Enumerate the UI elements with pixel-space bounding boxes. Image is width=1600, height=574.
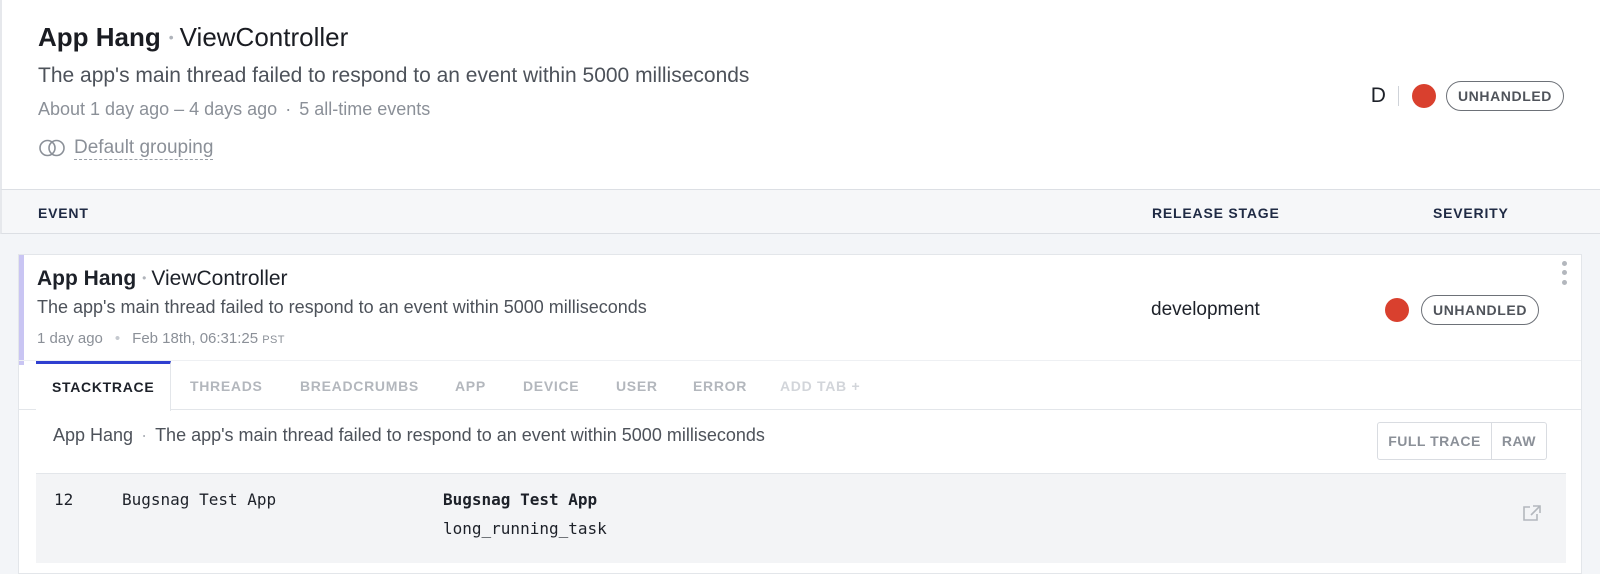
more-options-icon[interactable] [1557,259,1571,287]
raw-button[interactable]: RAW [1490,423,1546,459]
external-link-icon[interactable] [1522,504,1542,522]
event-severity-indicator [1385,298,1409,322]
time-range: About 1 day ago – 4 days ago [38,99,278,119]
event-card: App Hang • ViewController The app's main t… [18,254,1582,574]
event-timezone: PST [262,334,285,346]
title-separator: • [168,29,174,45]
grouping-link[interactable]: Default grouping [38,134,214,162]
tab-device[interactable]: DEVICE [523,361,579,411]
event-timestamp: Feb 18th, 06:31:25 [132,330,259,347]
event-release-stage: development [1151,299,1260,320]
tab-user[interactable]: USER [616,361,658,411]
error-context: ViewController [179,22,349,52]
error-meta: About 1 day ago – 4 days ago · 5 all-time … [38,99,430,120]
tab-threads[interactable]: THREADS [190,361,263,411]
event-meta: 1 day ago • Feb 18th, 06:31:25 PST [37,330,285,347]
meta-separator: · [285,99,292,119]
events-count: 5 all-time events [299,99,431,119]
stacktrace-message: The app's main thread failed to respond … [155,425,765,445]
events-table-header: EVENT RELEASE STAGE SEVERITY [0,190,1600,234]
frame-number: 12 [54,490,74,509]
error-header: App Hang • ViewController The app's main t… [0,0,1600,190]
page-title: App Hang • ViewController [38,22,348,53]
event-tabs: STACKTRACE THREADS BREADCRUMBS APP DEVIC… [19,360,1581,411]
severity-error-indicator [1411,84,1436,108]
tab-error[interactable]: ERROR [693,361,747,411]
event-unhandled-badge: UNHANDLED [1421,295,1540,325]
event-title: App Hang • ViewController [37,267,288,291]
stacktrace-heading: App Hang · The app's main thread failed to… [53,425,765,446]
frame-function-library: Bugsnag Test App [443,490,598,509]
grouping-label[interactable]: Default grouping [74,137,214,160]
frame-library: Bugsnag Test App [122,490,277,509]
event-meta-separator: • [114,330,121,347]
event-title-separator: • [142,271,147,285]
column-severity: SEVERITY [1433,205,1509,221]
assignee-avatar[interactable]: D [1371,84,1386,108]
stacktrace-error-class: App Hang [53,425,134,445]
event-message: The app's main thread failed to respond … [37,297,647,317]
add-tab-button[interactable]: ADD TAB + [780,361,860,411]
full-trace-button[interactable]: FULL TRACE [1378,423,1491,459]
error-class: App Hang [38,22,161,52]
grouping-rings-icon [39,139,65,157]
event-accent-bar [19,255,24,365]
stacktrace-view-toggle: FULL TRACE RAW [1377,422,1547,460]
status-divider [1397,86,1399,106]
stack-frame[interactable]: 12 Bugsnag Test App Bugsnag Test App lon… [36,473,1566,563]
frame-function-name: long_running_task [443,519,607,538]
error-message: The app's main thread failed to respond … [38,64,750,87]
tab-stacktrace[interactable]: STACKTRACE [36,361,172,411]
unhandled-badge: UNHANDLED [1445,81,1564,111]
event-severity: UNHANDLED [1385,295,1540,325]
stacktrace-separator: · [141,425,148,445]
column-event: EVENT [38,205,89,221]
column-release-stage: RELEASE STAGE [1152,205,1280,221]
event-relative-time: 1 day ago [37,330,103,347]
tab-app[interactable]: APP [455,361,486,411]
header-status: D UNHANDLED [1371,80,1564,112]
event-context: ViewController [151,267,288,290]
event-error-class: App Hang [37,267,137,290]
tab-breadcrumbs[interactable]: BREADCRUMBS [300,361,419,411]
